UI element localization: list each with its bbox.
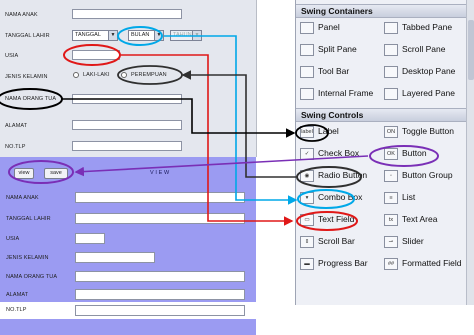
label-palette-highlight	[295, 124, 329, 142]
radio-button-highlight	[296, 166, 362, 188]
combo-box-highlight	[297, 189, 355, 209]
text-field-arrow	[121, 54, 294, 226]
text-field-highlight	[63, 44, 121, 66]
button-arrow	[74, 155, 369, 177]
combo-arrow	[164, 35, 298, 205]
annotation-overlay	[0, 26, 439, 231]
radio-highlight	[117, 65, 183, 85]
radio-arrow	[181, 70, 296, 178]
combo-highlight	[117, 26, 163, 46]
text-field-palette-highlight	[296, 211, 358, 231]
button-highlight	[8, 160, 74, 184]
label-arrow	[62, 98, 296, 138]
label-highlight	[0, 88, 63, 110]
button-palette-highlight	[369, 145, 439, 167]
